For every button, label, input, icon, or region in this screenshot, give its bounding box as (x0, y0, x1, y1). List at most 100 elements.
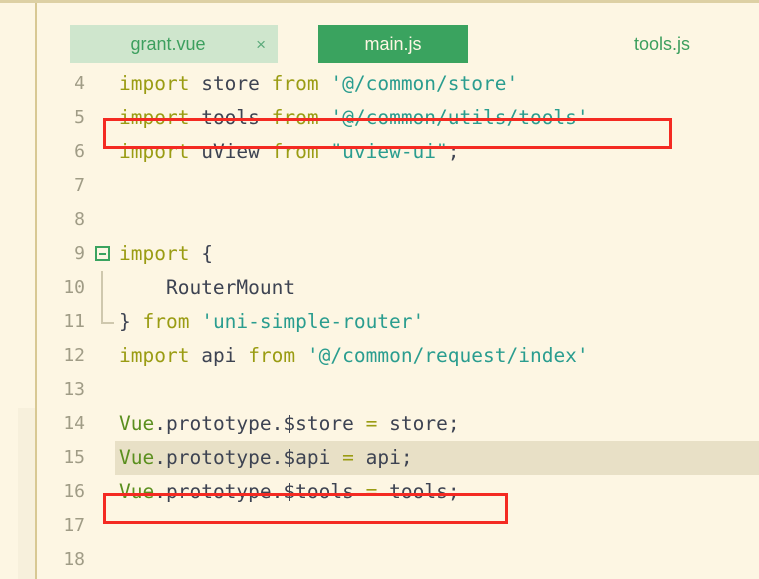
line-number: 5 (74, 107, 85, 128)
code-line[interactable]: 9 import { (37, 237, 759, 271)
code-line[interactable]: 13 (37, 373, 759, 407)
token-kw: from (271, 106, 319, 129)
tab-tools-js[interactable]: tools.js (597, 25, 727, 63)
token-obj: Vue (119, 480, 155, 503)
token-punc (189, 106, 201, 129)
line-number: 4 (74, 73, 85, 94)
code-text[interactable]: import tools from '@/common/utils/tools' (115, 101, 759, 135)
line-number: 14 (63, 413, 85, 434)
token-punc: ; (447, 140, 460, 163)
close-icon[interactable]: × (256, 36, 266, 53)
token-id: api (365, 446, 401, 469)
token-str: "uview-ui" (330, 140, 448, 163)
fold-column (93, 305, 115, 339)
code-line[interactable]: 12 import api from '@/common/request/inde… (37, 339, 759, 373)
code-text[interactable]: RouterMount (115, 271, 759, 305)
fold-column (93, 203, 115, 237)
token-op: = (342, 446, 354, 469)
token-prop: prototype (165, 412, 272, 435)
fold-collapse-icon[interactable] (95, 246, 110, 261)
code-text[interactable]: import { (115, 237, 759, 271)
tab-main-js-label: main.js (364, 33, 422, 54)
tab-tools-js-label: tools.js (633, 33, 691, 54)
token-kw: import (119, 72, 190, 95)
code-text[interactable]: } from 'uni-simple-router' (115, 305, 759, 339)
fold-column (93, 101, 115, 135)
token-punc (319, 106, 331, 129)
code-text[interactable]: Vue.prototype.$tools = tools; (115, 475, 759, 509)
tab-grant-vue-label: grant.vue (130, 33, 206, 54)
code-line[interactable]: 14 Vue.prototype.$store = store; (37, 407, 759, 441)
code-text[interactable]: Vue.prototype.$store = store; (115, 407, 759, 441)
line-number: 6 (74, 141, 85, 162)
token-punc (319, 72, 331, 95)
token-str: '@/common/utils/tools' (330, 106, 589, 129)
code-area[interactable]: 4 import store from '@/common/store' 5 impo… (37, 67, 759, 579)
token-obj: Vue (119, 412, 155, 435)
token-punc: . (271, 446, 284, 469)
token-punc: { (201, 242, 213, 265)
line-number: 18 (63, 549, 85, 570)
line-number: 11 (63, 311, 85, 332)
token-punc (236, 344, 248, 367)
token-id: tools (201, 106, 260, 129)
code-text[interactable]: import store from '@/common/store' (115, 67, 759, 101)
code-text[interactable]: import uView from "uview-ui"; (115, 135, 759, 169)
fold-column (93, 407, 115, 441)
token-punc (189, 344, 201, 367)
token-kw: from (248, 344, 296, 367)
token-str: 'uni-simple-router' (201, 310, 425, 333)
tab-bar: grant.vue × main.js tools.js (37, 3, 759, 67)
token-punc (330, 446, 342, 469)
token-id: store (201, 72, 260, 95)
fold-guide-elbow (101, 305, 114, 324)
token-punc: . (154, 446, 166, 469)
editor-window: grant.vue × main.js tools.js 4 import sto… (0, 0, 759, 579)
token-punc (295, 344, 307, 367)
code-line[interactable]: 11 } from 'uni-simple-router' (37, 305, 759, 339)
token-punc (189, 242, 201, 265)
code-line[interactable]: 18 (37, 543, 759, 577)
token-prop: prototype (165, 446, 272, 469)
fold-guide-line (101, 271, 103, 305)
token-kw: from (142, 310, 190, 333)
token-punc (354, 412, 366, 435)
token-id: store (389, 412, 448, 435)
token-punc: . (154, 480, 166, 503)
code-line[interactable]: 10 RouterMount (37, 271, 759, 305)
line-number: 7 (74, 175, 85, 196)
fold-column (93, 67, 115, 101)
code-text[interactable]: import api from '@/common/request/index' (115, 339, 759, 373)
fold-column (93, 135, 115, 169)
token-prop: prototype (165, 480, 272, 503)
code-line[interactable]: 5 import tools from '@/common/utils/tools… (37, 101, 759, 135)
token-kw: import (119, 344, 190, 367)
code-line[interactable]: 15 Vue.prototype.$api = api; (37, 441, 759, 475)
code-line[interactable]: 7 (37, 169, 759, 203)
token-id: api (201, 344, 237, 367)
token-str: '@/common/store' (330, 72, 519, 95)
line-number: 10 (63, 277, 85, 298)
token-op: = (365, 480, 378, 503)
code-line[interactable]: 17 (37, 509, 759, 543)
token-id: RouterMount (119, 276, 296, 299)
code-line[interactable]: 8 (37, 203, 759, 237)
token-punc (260, 106, 272, 129)
token-punc (354, 480, 366, 503)
token-str: '@/common/request/index' (306, 344, 589, 367)
code-line[interactable]: 16 Vue.prototype.$tools = tools; (37, 475, 759, 509)
margin-scroll-strip[interactable] (18, 408, 35, 579)
token-kw: from (271, 72, 319, 95)
token-punc (260, 72, 272, 95)
line-number: 17 (63, 515, 85, 536)
code-line[interactable]: 4 import store from '@/common/store' (37, 67, 759, 101)
code-text[interactable]: Vue.prototype.$api = api; (115, 441, 759, 475)
tab-grant-vue[interactable]: grant.vue × (70, 25, 278, 63)
token-obj: Vue (119, 446, 155, 469)
line-number: 8 (74, 209, 85, 230)
editor-pane: grant.vue × main.js tools.js 4 import sto… (37, 3, 759, 579)
tab-main-js[interactable]: main.js (318, 25, 468, 63)
token-kw: from (271, 140, 319, 163)
fold-column (93, 339, 115, 373)
code-line[interactable]: 6 import uView from "uview-ui"; (37, 135, 759, 169)
